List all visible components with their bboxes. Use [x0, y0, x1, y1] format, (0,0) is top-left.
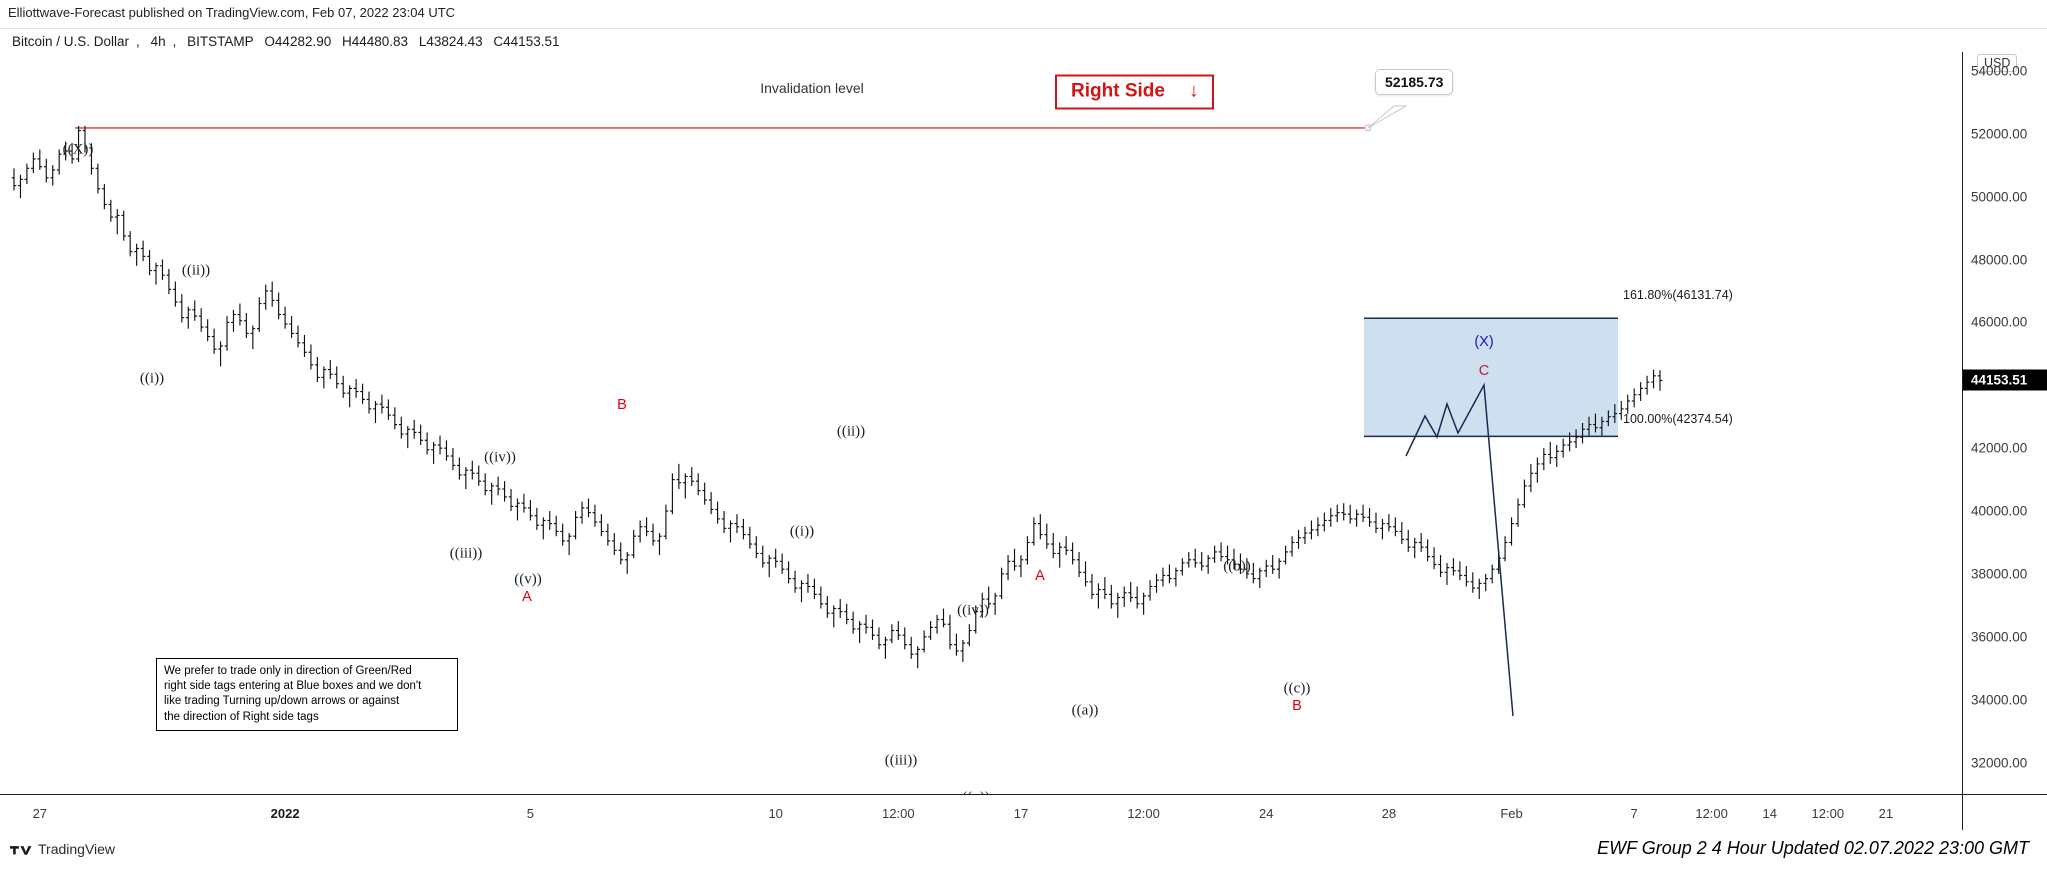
- wave-label: ((iii)): [449, 545, 483, 562]
- wave-label: ((i)): [789, 523, 815, 540]
- price-tick: 52000.00: [1971, 126, 2028, 142]
- wave-label: ((v)): [514, 571, 542, 588]
- wave-label: ((X)): [62, 141, 94, 158]
- time-tick: 17: [1013, 806, 1029, 821]
- price-tick: 34000.00: [1971, 692, 2028, 708]
- symbol-exchange: BITSTAMP: [187, 34, 254, 49]
- tradingview-logo[interactable]: TradingView: [10, 841, 115, 857]
- price-tick: 50000.00: [1971, 189, 2028, 205]
- time-axis-right-divider: [1962, 794, 1963, 830]
- time-tick: 21: [1878, 806, 1894, 821]
- wave-label: C: [1478, 363, 1490, 379]
- right-side-tag: Right Side ↓: [1055, 74, 1215, 110]
- wave-label: ((iv)): [484, 449, 516, 466]
- price-tick: 42000.00: [1971, 440, 2028, 456]
- time-tick: Feb: [1500, 806, 1523, 821]
- time-tick: 27: [32, 806, 48, 821]
- wave-label: B: [617, 397, 627, 413]
- symbol-separator-2: ,: [172, 34, 177, 49]
- price-tick: 48000.00: [1971, 252, 2028, 267]
- ohlc-low: L43824.43: [418, 34, 483, 49]
- ohlc-high: H44480.83: [342, 34, 409, 49]
- wave-label: ((ii)): [836, 423, 866, 440]
- fib-level-161: 161.80%(46131.74): [1623, 288, 1733, 302]
- time-tick: 12:00: [1127, 806, 1160, 821]
- price-tick: 46000.00: [1971, 314, 2028, 330]
- price-axis[interactable]: USD 54000.00 52000.00 50000.00 48000.00 4600…: [1962, 52, 2047, 794]
- time-tick: 14: [1762, 806, 1777, 821]
- time-tick: 7: [1630, 806, 1638, 821]
- time-tick: 24: [1259, 806, 1274, 821]
- time-tick: 2022: [270, 806, 300, 821]
- wave-label: A: [522, 589, 532, 605]
- header-divider: [0, 28, 2047, 29]
- symbol-info-line: Bitcoin / U.S. Dollar, 4h, BITSTAMP O442…: [12, 34, 566, 49]
- time-axis[interactable]: 27 2022 5 10 12:00 17 12:00 24 28 Feb 7 12:00 14 12:0…: [0, 794, 2047, 830]
- symbol-interval[interactable]: 4h: [151, 34, 166, 49]
- publisher-line: Elliottwave-Forecast published on Tradin…: [8, 5, 456, 20]
- time-tick: 12:00: [1811, 806, 1845, 821]
- time-tick: 10: [768, 806, 783, 821]
- wave-label: ((i)): [139, 370, 165, 387]
- footer-note: EWF Group 2 4 Hour Updated 02.07.2022 23…: [1597, 838, 2029, 858]
- arrow-down-icon: ↓: [1188, 80, 1199, 102]
- time-tick: 12:00: [882, 806, 915, 821]
- fib-level-100: 100.00%(42374.54): [1623, 412, 1733, 426]
- time-tick: 28: [1381, 806, 1397, 821]
- wave-label: B: [1292, 698, 1302, 714]
- price-tick: 38000.00: [1971, 566, 2028, 582]
- wave-label: ((a)): [1071, 702, 1099, 719]
- current-price-badge: 44153.51: [1963, 369, 2047, 391]
- wave-label: ((c)): [1283, 680, 1311, 697]
- symbol-separator-1: ,: [136, 34, 140, 49]
- chart-plot-area[interactable]: ((X)) ((i)) ((ii)) ((iii)) ((iv)) ((v)) A B ((i)…: [0, 52, 1962, 794]
- tradingview-mark-icon: [10, 845, 32, 855]
- symbol-name[interactable]: Bitcoin / U.S. Dollar: [12, 34, 129, 49]
- price-tick: 40000.00: [1971, 503, 2028, 519]
- time-tick: 5: [526, 806, 535, 821]
- invalidation-level-label: Invalidation level: [760, 80, 864, 96]
- wave-label: ((ii)): [181, 262, 211, 279]
- wave-label: ((b)): [1223, 558, 1251, 575]
- wave-label: ((iii)): [884, 752, 918, 769]
- wave-label: A: [1035, 568, 1045, 584]
- ohlc-close: C44153.51: [493, 34, 560, 49]
- strategy-disclaimer-box: We prefer to trade only in direction of …: [156, 658, 458, 731]
- callout-leader: [1367, 105, 1408, 129]
- right-side-label: Right Side: [1071, 80, 1165, 102]
- invalidation-price-callout: 52185.73: [1375, 69, 1454, 95]
- ohlc-open: O44282.90: [264, 34, 332, 49]
- price-tick: 32000.00: [1971, 755, 2028, 771]
- wave-label: (X): [1474, 334, 1494, 350]
- price-tick: 36000.00: [1971, 629, 2028, 645]
- wave-label: ((iv)): [957, 602, 989, 619]
- time-tick: 12:00: [1695, 806, 1728, 821]
- tradingview-wordmark: TradingView: [38, 841, 116, 857]
- price-tick: 54000.00: [1971, 63, 2028, 79]
